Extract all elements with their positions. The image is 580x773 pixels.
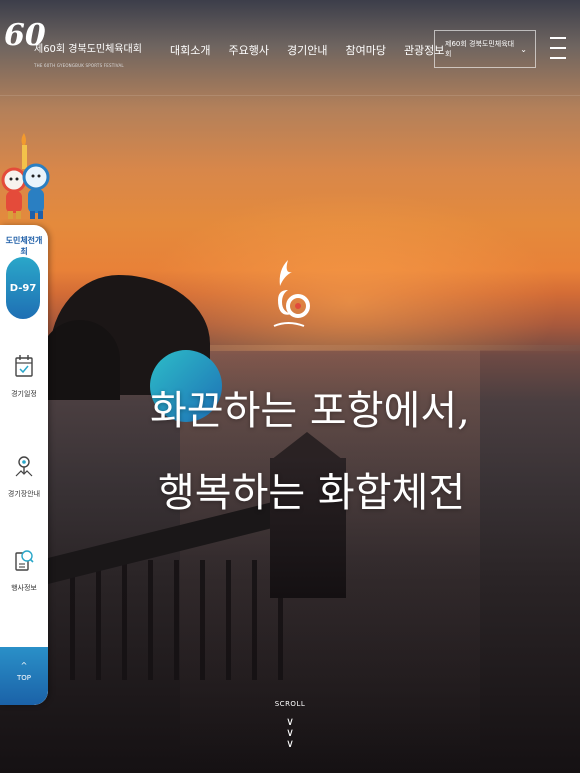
quick-menu-label: 경기장안내 <box>7 490 41 498</box>
dday-label: 도민체전개최 <box>5 236 43 256</box>
main-nav: 대회소개 주요행사 경기안내 참여마당 관광정보 <box>170 42 444 58</box>
dday-badge[interactable]: D-97 <box>6 257 40 319</box>
mascot-icon <box>1 133 50 219</box>
quick-menu-label: 경기일정 <box>11 390 37 398</box>
hero-slogan: 화끈하는 포항에서, 행복하는 화합체전 <box>150 370 470 534</box>
chevron-down-icon: ∨ ∨ ∨ <box>285 715 295 750</box>
chevron-down-icon: ⌄ <box>520 44 527 54</box>
quick-menu-label: 행사정보 <box>11 584 37 592</box>
quick-menu-events[interactable]: 행사정보 <box>0 547 48 593</box>
quick-menu-venues[interactable]: 경기장안내 <box>0 453 48 499</box>
quick-menu: 도민체전개최 D-97 경기일정 경기장안내 행사정보 ^ TOP <box>0 125 50 705</box>
nav-item-events[interactable]: 주요행사 <box>228 42 268 58</box>
slogan-line-1: 화끈하는 포항에서, <box>150 388 470 434</box>
info-search-icon <box>15 550 34 571</box>
event-select[interactable]: 제60회 경북도민체육대회 ⌄ <box>434 30 536 68</box>
scroll-label: SCROLL <box>274 700 306 708</box>
top-label: TOP <box>16 674 31 682</box>
quick-menu-schedule[interactable]: 경기일정 <box>0 353 48 399</box>
chevron-up-icon: ^ <box>20 661 28 670</box>
logo-title: 제60회 경북도민체육대회 <box>34 44 142 55</box>
site-logo[interactable]: 60 제60회 경북도민체육대회 THE 60TH GYEONGBUK SPOR… <box>4 18 142 74</box>
calendar-icon <box>15 355 33 377</box>
hamburger-icon[interactable] <box>550 35 566 61</box>
top-button[interactable]: ^ TOP <box>0 647 48 705</box>
quick-menu-panel: 도민체전개최 D-97 경기일정 경기장안내 행사정보 ^ TOP <box>0 225 48 705</box>
nav-item-about[interactable]: 대회소개 <box>170 42 210 58</box>
site-header: 60 제60회 경북도민체육대회 THE 60TH GYEONGBUK SPOR… <box>0 0 580 96</box>
logo-subtitle: THE 60TH GYEONGBUK SPORTS FESTIVAL <box>34 63 124 68</box>
pier-pillars <box>70 560 300 680</box>
nav-item-games[interactable]: 경기안내 <box>287 42 327 58</box>
island-silhouette-small <box>40 320 120 400</box>
slogan-line-2: 행복하는 화합체전 <box>158 470 466 516</box>
event-select-value: 제60회 경북도민체육대회 <box>445 40 515 58</box>
nav-item-participate[interactable]: 참여마당 <box>345 42 385 58</box>
map-pin-icon <box>15 456 33 477</box>
scroll-indicator[interactable]: SCROLL ∨ ∨ ∨ <box>262 700 318 749</box>
festival-emblem-icon <box>273 260 310 327</box>
